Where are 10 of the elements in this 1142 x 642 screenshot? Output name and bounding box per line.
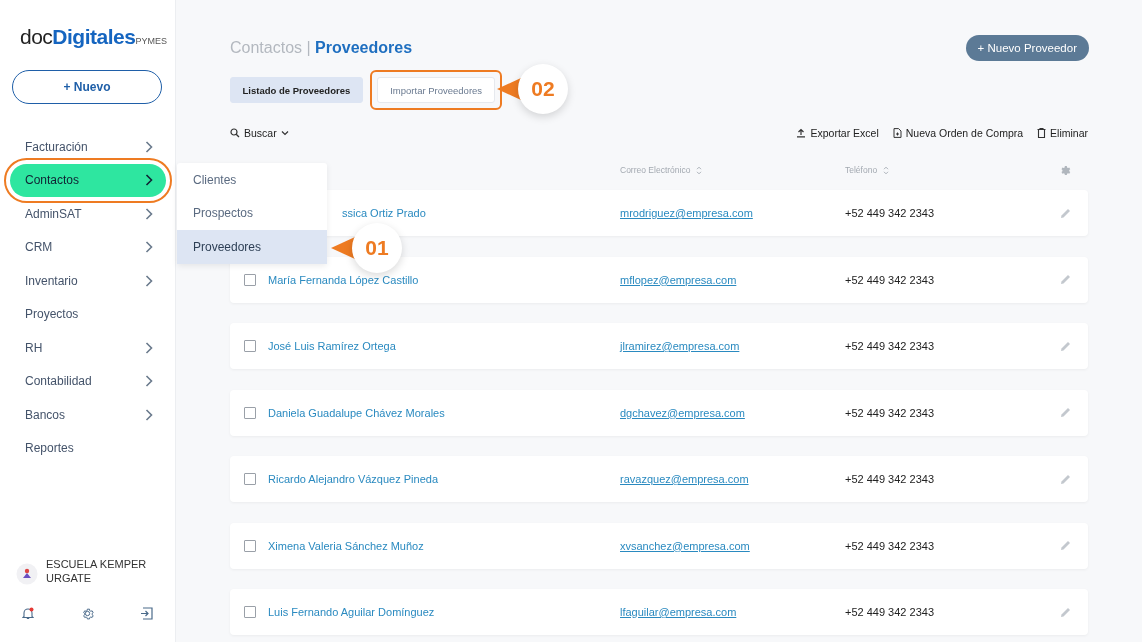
phone-number: +52 449 342 2343 xyxy=(845,606,935,618)
phone-number: +52 449 342 2343 xyxy=(845,273,935,286)
logo: docDigitalesPYMES xyxy=(20,25,167,49)
page-title: Contactos | Proveedores xyxy=(230,39,413,57)
phone-number: +52 449 342 2343 xyxy=(845,207,935,219)
phone-number: +52 449 342 2343 xyxy=(845,539,935,552)
phone-number: +52 449 342 2343 xyxy=(845,473,935,485)
account-name: ESCUELA KEMPER URGATE xyxy=(46,557,148,585)
phone-number: +52 449 342 2343 xyxy=(845,340,935,352)
phone-number: +52 449 342 2343 xyxy=(845,406,935,419)
